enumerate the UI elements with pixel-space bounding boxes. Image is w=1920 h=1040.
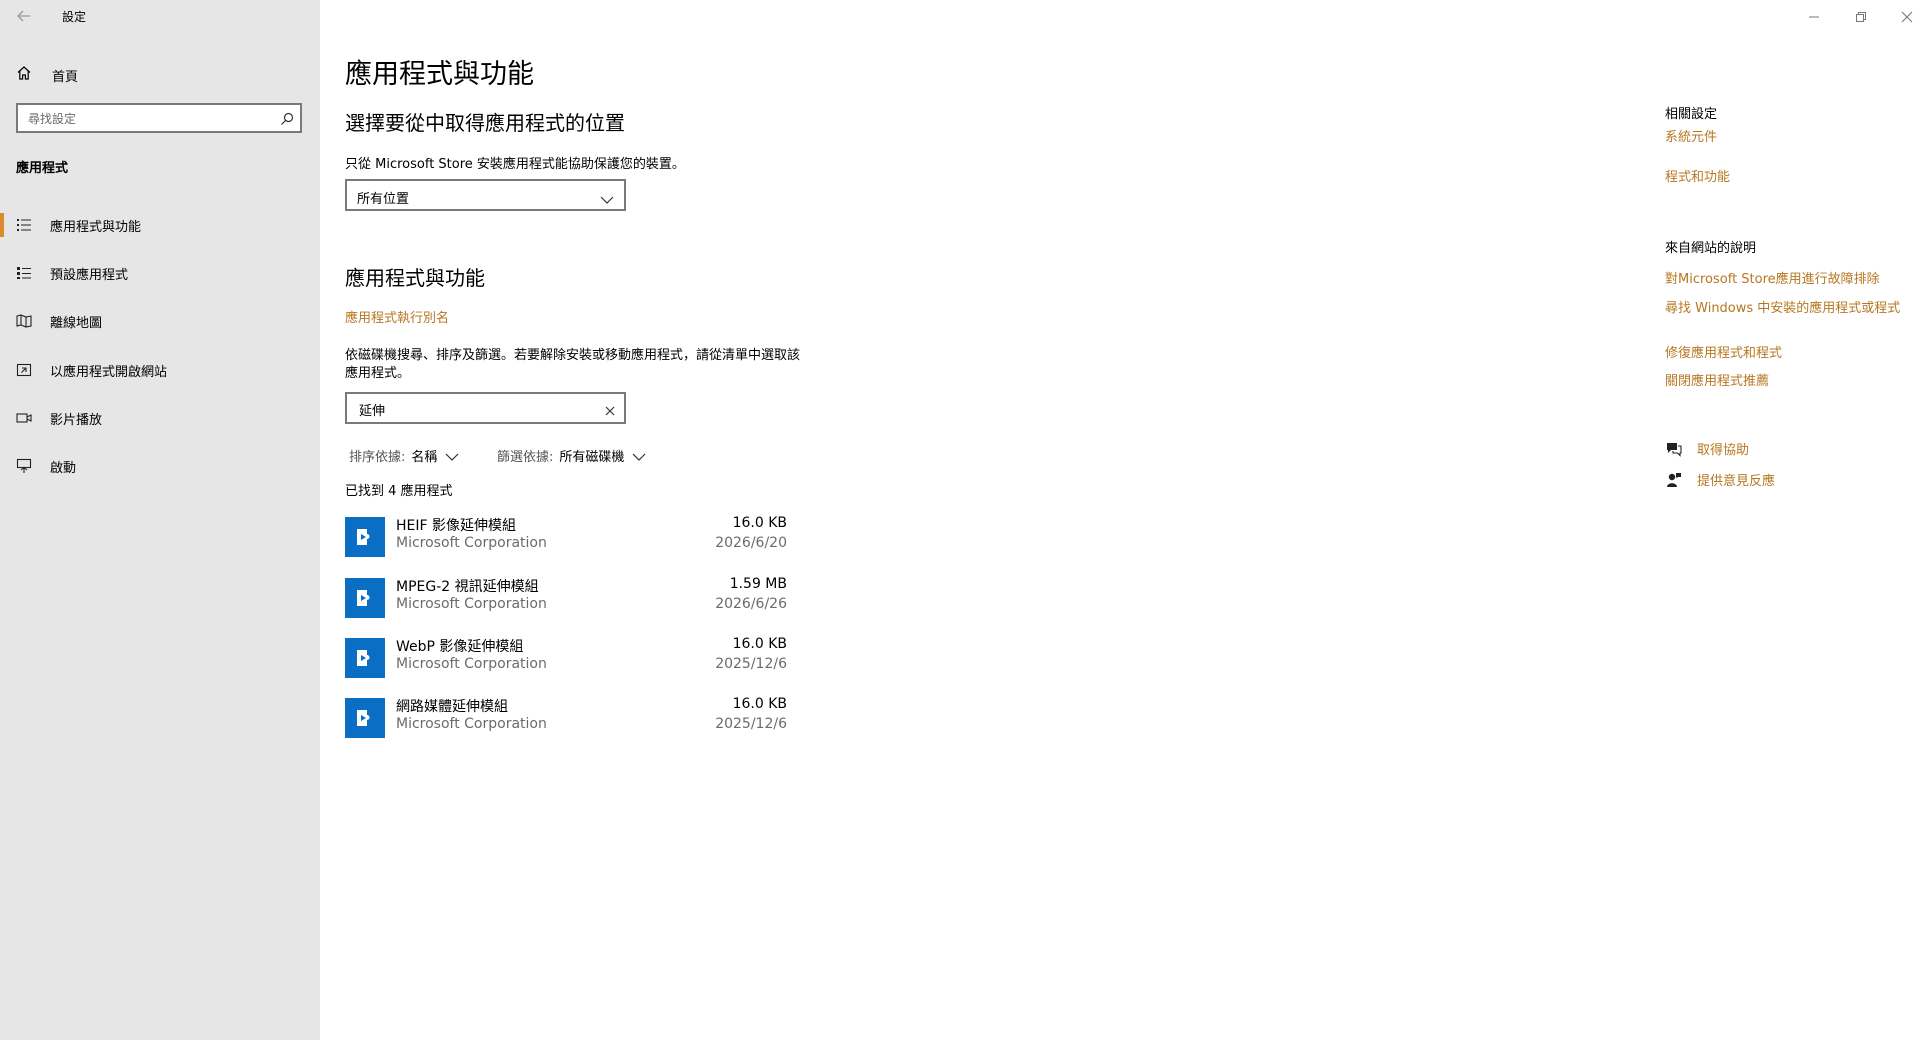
app-list-search-input[interactable] bbox=[357, 400, 591, 418]
default-apps-icon bbox=[16, 265, 32, 281]
troubleshoot-store-apps-link[interactable]: 對Microsoft Store應用進行故障排除 bbox=[1665, 271, 1880, 289]
filter-by-value: 所有磁碟機 bbox=[559, 450, 625, 465]
install-source-dropdown[interactable]: 所有位置 bbox=[345, 179, 626, 211]
sidebar-item-label: 以應用程式開啟網站 bbox=[50, 364, 168, 380]
filter-by-label: 篩選依據: bbox=[497, 450, 554, 465]
app-list-search-box[interactable] bbox=[345, 392, 626, 424]
minimize-icon[interactable] bbox=[1803, 6, 1825, 28]
sidebar-section-label: 應用程式 bbox=[16, 161, 69, 176]
startup-icon bbox=[16, 458, 32, 474]
app-size: 16.0 KB bbox=[732, 515, 787, 531]
apps-for-websites-icon bbox=[16, 362, 32, 378]
apps-features-heading: 應用程式與功能 bbox=[345, 266, 485, 290]
apps-found-count: 已找到 4 應用程式 bbox=[345, 484, 453, 499]
feedback-label: 提供意見反應 bbox=[1697, 474, 1776, 489]
app-date: 2025/12/6 bbox=[715, 716, 787, 732]
offline-maps-icon bbox=[16, 313, 32, 329]
home-label: 首頁 bbox=[52, 69, 79, 85]
home-nav-item[interactable]: 首頁 bbox=[16, 64, 78, 86]
close-icon[interactable] bbox=[1896, 6, 1918, 28]
install-source-heading: 選擇要從中取得應用程式的位置 bbox=[345, 111, 625, 135]
app-date: 2026/6/20 bbox=[715, 535, 787, 551]
app-execution-alias-link[interactable]: 應用程式執行別名 bbox=[345, 307, 449, 326]
search-description: 依磁碟機搜尋、排序及篩選。若要解除安裝或移動應用程式，請從清單中選取該應用程式。 bbox=[345, 348, 801, 381]
sidebar-item-apps-features[interactable]: 應用程式與功能 bbox=[0, 207, 320, 243]
sort-by-dropdown[interactable]: 排序依據: 名稱 bbox=[349, 446, 459, 465]
app-date: 2026/6/26 bbox=[715, 596, 787, 612]
app-date: 2025/12/6 bbox=[715, 656, 787, 672]
sort-by-value: 名稱 bbox=[411, 450, 438, 465]
app-list-item[interactable]: WebP 影像延伸模組 Microsoft Corporation 16.0 K… bbox=[345, 634, 787, 682]
chevron-down-icon bbox=[632, 451, 646, 461]
app-size: 16.0 KB bbox=[732, 696, 787, 712]
turn-off-app-recommendations-link[interactable]: 關閉應用程式推薦 bbox=[1665, 373, 1769, 391]
sidebar-item-startup[interactable]: 啟動 bbox=[0, 448, 320, 484]
app-extension-icon bbox=[345, 578, 385, 618]
app-name: MPEG-2 視訊延伸模組 bbox=[396, 579, 539, 595]
get-help-link[interactable]: 取得協助 bbox=[1665, 439, 1749, 458]
app-extension-icon bbox=[345, 517, 385, 557]
programs-features-link[interactable]: 程式和功能 bbox=[1665, 169, 1730, 187]
selected-indicator bbox=[0, 213, 4, 237]
sidebar-item-offline-maps[interactable]: 離線地圖 bbox=[0, 303, 320, 339]
sidebar-item-label: 離線地圖 bbox=[50, 315, 103, 331]
repair-apps-link[interactable]: 修復應用程式和程式 bbox=[1665, 345, 1782, 363]
app-publisher: Microsoft Corporation bbox=[396, 535, 547, 551]
app-extension-icon bbox=[345, 638, 385, 678]
apps-features-icon bbox=[16, 217, 32, 233]
system-components-link[interactable]: 系統元件 bbox=[1665, 129, 1717, 147]
app-name: 網路媒體延伸模組 bbox=[396, 699, 508, 715]
sidebar-item-apps-for-websites[interactable]: 以應用程式開啟網站 bbox=[0, 352, 320, 388]
clear-search-icon[interactable] bbox=[604, 402, 616, 416]
sidebar-item-label: 應用程式與功能 bbox=[50, 219, 142, 235]
get-help-label: 取得協助 bbox=[1697, 443, 1750, 458]
chevron-down-icon bbox=[600, 190, 614, 204]
install-source-description: 只從 Microsoft Store 安裝應用程式能協助保護您的裝置。 bbox=[345, 157, 685, 172]
chevron-down-icon bbox=[445, 451, 459, 461]
feedback-icon bbox=[1665, 471, 1683, 489]
related-settings-heading: 相關設定 bbox=[1665, 107, 1718, 122]
window-title: 設定 bbox=[62, 10, 87, 24]
app-publisher: Microsoft Corporation bbox=[396, 596, 547, 612]
sort-by-label: 排序依據: bbox=[349, 450, 406, 465]
app-name: WebP 影像延伸模組 bbox=[396, 639, 524, 655]
sidebar-item-video-playback[interactable]: 影片播放 bbox=[0, 400, 320, 436]
app-publisher: Microsoft Corporation bbox=[396, 716, 547, 732]
app-extension-icon bbox=[345, 698, 385, 738]
app-size: 16.0 KB bbox=[732, 636, 787, 652]
app-publisher: Microsoft Corporation bbox=[396, 656, 547, 672]
install-source-value: 所有位置 bbox=[357, 192, 410, 207]
settings-search-box[interactable] bbox=[16, 103, 302, 133]
app-list-item[interactable]: 網路媒體延伸模組 Microsoft Corporation 16.0 KB 2… bbox=[345, 694, 787, 742]
app-list-item[interactable]: MPEG-2 視訊延伸模組 Microsoft Corporation 1.59… bbox=[345, 574, 787, 622]
sidebar-item-default-apps[interactable]: 預設應用程式 bbox=[0, 255, 320, 291]
app-name: HEIF 影像延伸模組 bbox=[396, 518, 517, 534]
sidebar-item-label: 啟動 bbox=[50, 460, 77, 476]
restore-icon[interactable] bbox=[1850, 6, 1872, 28]
back-arrow-icon[interactable] bbox=[14, 6, 34, 26]
search-icon[interactable] bbox=[280, 111, 294, 125]
give-feedback-link[interactable]: 提供意見反應 bbox=[1665, 470, 1775, 489]
get-help-icon bbox=[1665, 440, 1683, 458]
home-icon bbox=[16, 65, 32, 85]
find-installed-apps-link[interactable]: 尋找 Windows 中安裝的應用程式或程式 bbox=[1665, 300, 1905, 318]
video-playback-icon bbox=[16, 410, 32, 426]
app-list-item[interactable]: HEIF 影像延伸模組 Microsoft Corporation 16.0 K… bbox=[345, 513, 787, 561]
sidebar-item-label: 影片播放 bbox=[50, 412, 103, 428]
web-help-heading: 來自網站的說明 bbox=[1665, 241, 1757, 256]
settings-search-input[interactable] bbox=[26, 110, 270, 128]
app-size: 1.59 MB bbox=[729, 576, 787, 592]
sidebar-item-label: 預設應用程式 bbox=[50, 267, 129, 283]
filter-by-dropdown[interactable]: 篩選依據: 所有磁碟機 bbox=[497, 446, 646, 465]
page-title: 應用程式與功能 bbox=[345, 59, 534, 90]
sidebar: 設定 首頁 應用程式 應用程式與功能 預設應用程式 離線地圖 bbox=[0, 0, 320, 1040]
